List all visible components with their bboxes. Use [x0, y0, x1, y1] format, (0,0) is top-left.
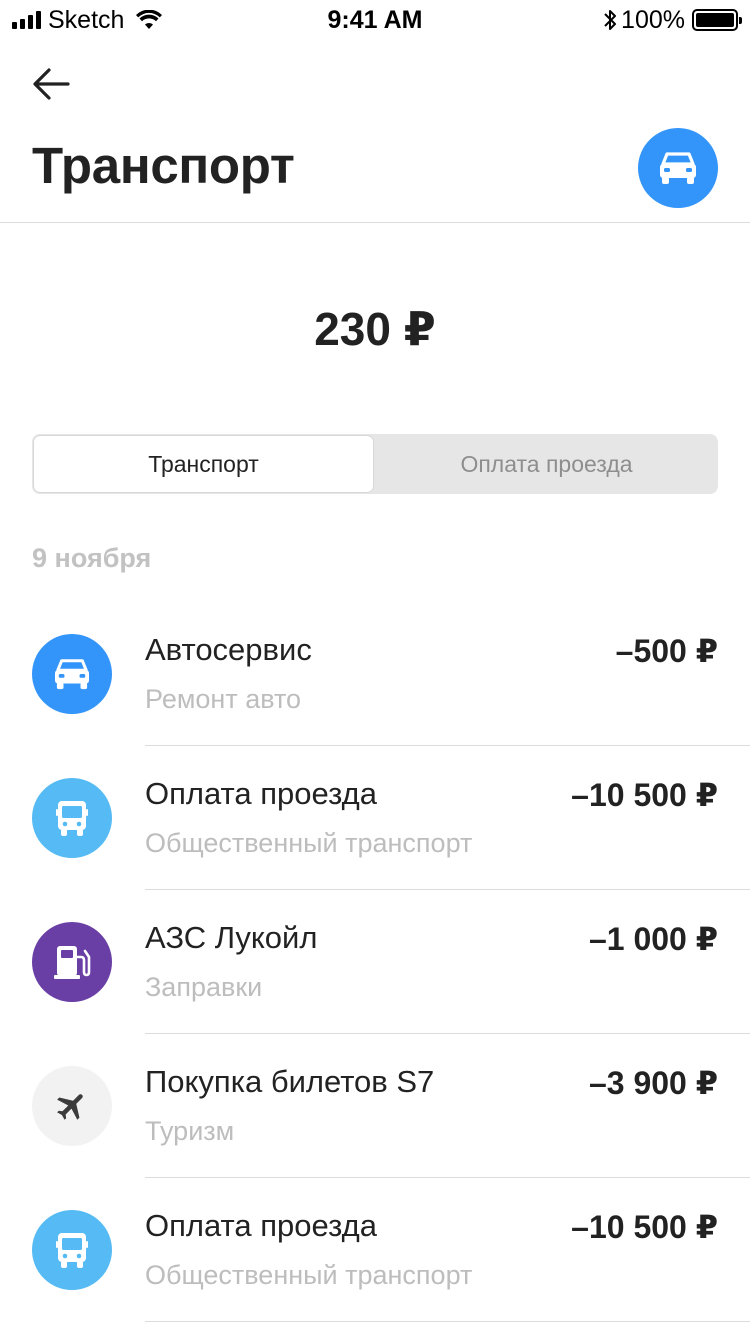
- transaction-icon: [32, 1066, 112, 1146]
- transaction-name: Автосервис: [145, 632, 312, 667]
- transaction-row[interactable]: Оплата проезда Общественный транспорт –1…: [0, 1178, 750, 1322]
- transaction-amount: –500 ₽: [615, 633, 718, 669]
- transaction-icon: [32, 1210, 112, 1290]
- car-icon: [55, 659, 89, 690]
- transaction-name: Оплата проезда: [145, 1208, 377, 1243]
- airplane-icon: [57, 1094, 83, 1120]
- transaction-category: Заправки: [145, 972, 263, 1002]
- segment-fare-payment[interactable]: Оплата проезда: [375, 434, 718, 494]
- row-divider: [145, 1321, 750, 1322]
- transaction-category: Туризм: [145, 1116, 235, 1146]
- transaction-category: Общественный транспорт: [145, 828, 473, 858]
- segment-transport[interactable]: Транспорт: [33, 435, 374, 493]
- transaction-amount: –3 900 ₽: [588, 1065, 718, 1101]
- transaction-amount: –1 000 ₽: [588, 921, 718, 957]
- transaction-category: Ремонт авто: [145, 684, 302, 714]
- category-avatar: [638, 128, 718, 208]
- transaction-name: Покупка билетов S7: [145, 1064, 435, 1099]
- fuel-pump-icon: [54, 946, 91, 979]
- battery-icon: [692, 9, 742, 31]
- status-bar-right: 100%: [603, 5, 742, 34]
- transaction-icon: [32, 778, 112, 858]
- transaction-row[interactable]: Автосервис Ремонт авто –500 ₽: [0, 602, 750, 746]
- transaction-amount: –10 500 ₽: [571, 777, 718, 813]
- transaction-name: АЗС Лукойл: [145, 920, 318, 955]
- total-amount: 230 ₽: [314, 303, 436, 355]
- transaction-row[interactable]: Оплата проезда Общественный транспорт –1…: [0, 746, 750, 890]
- car-icon: [660, 152, 696, 184]
- status-bar: Sketch 9:41 AM 100%: [0, 0, 750, 40]
- battery-percent: 100%: [621, 5, 685, 34]
- transaction-category: Общественный транспорт: [145, 1260, 473, 1290]
- transaction-list: Автосервис Ремонт авто –500 ₽ Оплата про…: [0, 602, 750, 1322]
- transaction-amount: –10 500 ₽: [571, 1209, 718, 1245]
- transaction-icon: [32, 634, 112, 714]
- page-title: Транспорт: [32, 137, 295, 194]
- transaction-row[interactable]: АЗС Лукойл Заправки –1 000 ₽: [0, 890, 750, 1034]
- segmented-control: Транспорт Оплата проезда: [32, 434, 718, 494]
- header-divider: [0, 222, 750, 223]
- bus-icon: [56, 1233, 88, 1268]
- transaction-row[interactable]: Покупка билетов S7 Туризм –3 900 ₽: [0, 1034, 750, 1178]
- bus-icon: [56, 801, 88, 836]
- bluetooth-icon: [604, 10, 617, 30]
- date-header: 9 ноября: [32, 543, 152, 573]
- transaction-name: Оплата проезда: [145, 776, 377, 811]
- arrow-left-icon: [33, 68, 70, 100]
- back-button[interactable]: [30, 64, 74, 104]
- transaction-icon: [32, 922, 112, 1002]
